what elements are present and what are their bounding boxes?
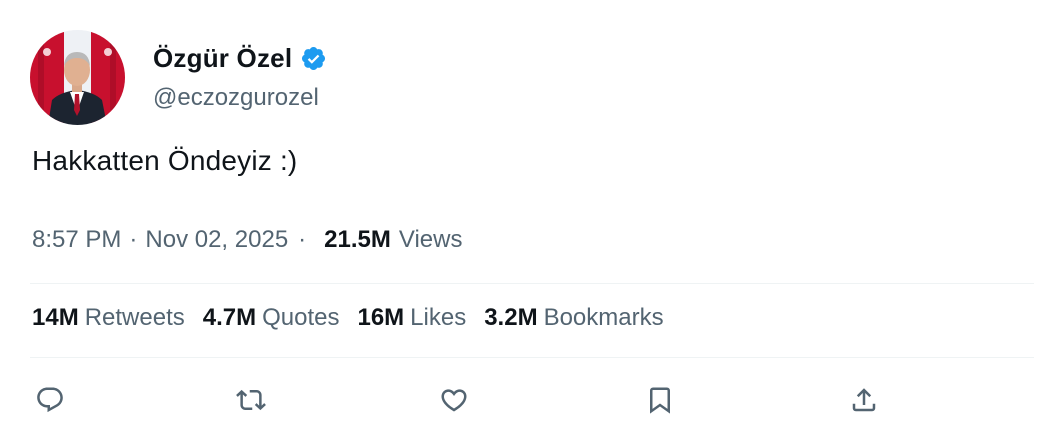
bookmarks-stat[interactable]: 3.2M Bookmarks (484, 304, 663, 332)
retweet-icon (236, 389, 266, 411)
avatar[interactable] (30, 30, 125, 125)
tweet-time[interactable]: 8:57 PM (32, 226, 121, 254)
divider (30, 357, 1034, 358)
views-count[interactable]: 21.5M (324, 226, 391, 254)
display-name[interactable]: Özgür Özel (153, 43, 292, 74)
engagement-stats: 14M Retweets 4.7M Quotes 16M Likes 3.2M Book… (32, 304, 682, 332)
meta-separator: · (129, 226, 138, 253)
divider (30, 283, 1034, 284)
tweet-date[interactable]: Nov 02, 2025 (145, 226, 288, 254)
meta-separator-dot: · (298, 226, 307, 253)
bookmark-button[interactable] (640, 380, 680, 420)
views-label[interactable]: Views (399, 226, 463, 254)
quotes-count: 4.7M (202, 304, 257, 331)
like-button[interactable] (434, 380, 474, 420)
verified-badge-icon (300, 45, 327, 72)
likes-count: 16M (357, 304, 405, 331)
tweet-header: Özgür Özel @eczozgurozel (30, 30, 327, 125)
retweets-count: 14M (32, 304, 79, 331)
action-bar (30, 380, 880, 420)
reply-icon (37, 387, 63, 413)
bookmarks-label: Bookmarks (543, 304, 664, 331)
tweet-card: Özgür Özel @eczozgurozel Hakkatten Öndey… (0, 0, 1064, 447)
retweets-label: Retweets (84, 304, 185, 331)
tweet-meta: 8:57 PM · Nov 02, 2025 · 21.5M Views (32, 226, 462, 254)
like-icon (441, 389, 467, 412)
quotes-label: Quotes (262, 304, 340, 331)
reply-button[interactable] (30, 380, 70, 420)
tweet-text: Hakkatten Öndeyiz :) (32, 145, 298, 176)
likes-stat[interactable]: 16M Likes (357, 304, 466, 332)
bookmarks-count: 3.2M (484, 304, 538, 331)
name-row: Özgür Özel (153, 43, 327, 74)
share-button[interactable] (844, 380, 884, 420)
retweets-stat[interactable]: 14M Retweets (32, 304, 185, 332)
user-handle[interactable]: @eczozgurozel (153, 84, 327, 112)
likes-label: Likes (410, 304, 467, 331)
avatar-image (30, 30, 125, 125)
user-info: Özgür Özel @eczozgurozel (153, 43, 327, 112)
bookmark-icon (650, 387, 670, 414)
quotes-stat[interactable]: 4.7M Quotes (203, 304, 340, 332)
retweet-button[interactable] (231, 380, 271, 420)
share-icon (852, 388, 876, 412)
